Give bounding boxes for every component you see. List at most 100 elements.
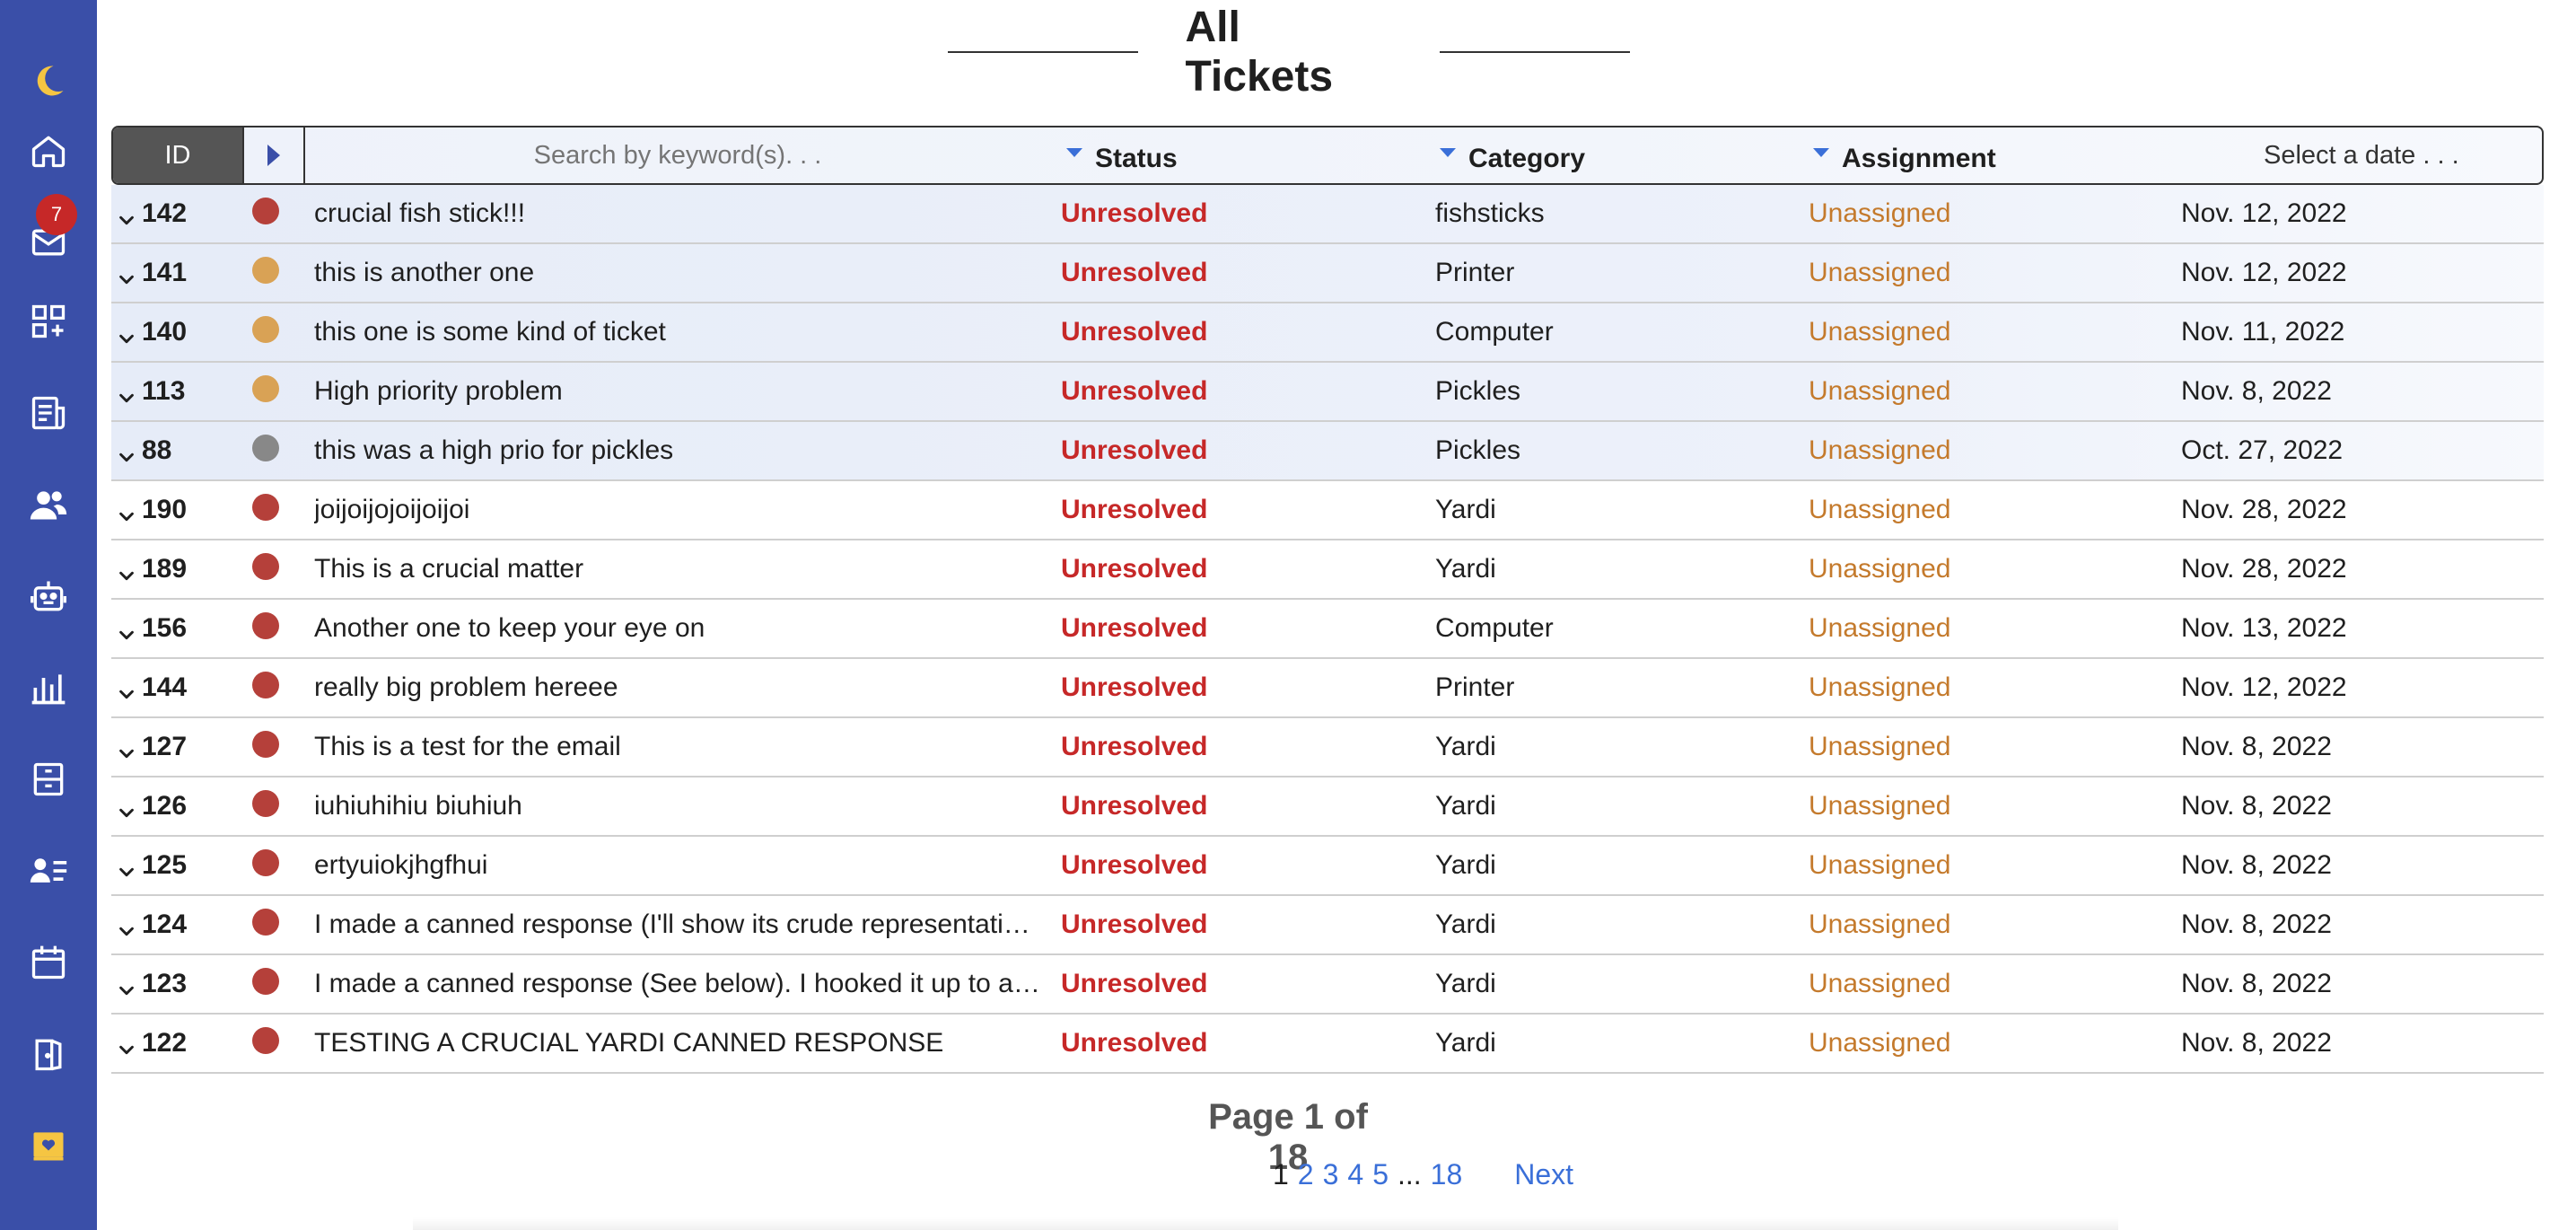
chevron-down-icon[interactable] [117,303,138,361]
chevron-down-icon[interactable] [117,600,138,657]
ticket-title-cell[interactable]: really big problem hereee [314,659,1050,716]
table-row[interactable]: 124 I made a canned response (I'll show i… [111,896,2544,955]
chevron-down-icon[interactable] [117,659,138,716]
table-row[interactable]: 125 ertyuiokjhgfhui Unresolved Yardi Unassig… [111,837,2544,896]
last-page-link[interactable]: 18 [1431,1158,1463,1191]
page-link[interactable]: 4 [1347,1158,1363,1191]
ticket-title: this was a high prio for pickles [314,435,674,465]
table-row[interactable]: 189 This is a crucial matter Unresolved Yar… [111,540,2544,600]
ticket-id: 124 [142,909,188,939]
priority-indicator [252,968,279,995]
priority-dot [252,896,279,953]
ticket-assignment: Unassigned [1809,554,1951,584]
priority-dot [252,955,279,1013]
page-link[interactable]: 2 [1298,1158,1314,1191]
table-row[interactable]: 140 this one is some kind of ticket Unreso… [111,303,2544,363]
ticket-status: Unresolved [1061,1028,1208,1058]
date-picker[interactable]: Select a date . . . [2264,127,2459,183]
ticket-date: Nov. 8, 2022 [2181,969,2332,998]
title-bar: All Tickets [948,4,1630,101]
calendar-icon[interactable] [25,939,72,986]
ticket-title-cell[interactable]: High priority problem [314,363,1050,420]
contacts-icon[interactable] [25,848,72,894]
home-icon[interactable] [25,127,72,174]
ticket-title-cell[interactable]: iuhiuhihiu biuhiuh [314,778,1050,835]
priority-dot [252,659,279,716]
ticket-title-cell[interactable]: this one is some kind of ticket [314,303,1050,361]
page-link[interactable]: 3 [1323,1158,1339,1191]
ticket-title-cell[interactable]: TESTING A CRUCIAL YARDI CANNED RESPONSE [314,1015,1050,1072]
id-column-header[interactable]: ID [113,127,244,183]
ticket-assignment: Unassigned [1809,791,1951,821]
chevron-down-icon[interactable] [117,422,138,479]
table-row[interactable]: 88 this was a high prio for pickles Unreso… [111,422,2544,481]
chart-icon[interactable] [25,664,72,711]
priority-indicator [252,672,279,698]
ticket-title-cell[interactable]: this was a high prio for pickles [314,422,1050,479]
ticket-id: 156 [142,613,188,643]
chevron-down-icon[interactable] [117,718,138,776]
table-row[interactable]: 127 This is a test for the email Unresolve… [111,718,2544,778]
expand-all-button[interactable] [244,127,305,183]
users-icon[interactable] [25,481,72,528]
chevron-down-icon[interactable] [117,778,138,835]
ticket-id: 141 [142,258,188,287]
table-row[interactable]: 126 iuhiuhihiu biuhiuh Unresolved Yardi Unas… [111,778,2544,837]
heart-card-icon[interactable] [25,1122,72,1169]
ticket-assignment: Unassigned [1809,317,1951,347]
ticket-date: Nov. 11, 2022 [2181,317,2345,347]
title-divider-left [948,51,1139,53]
page-ellipsis: ... [1397,1158,1422,1190]
page-link[interactable]: 5 [1372,1158,1389,1191]
ticket-title-cell[interactable]: joijoijojoijoijoi [314,481,1050,539]
chevron-down-icon[interactable] [117,363,138,420]
chevron-down-icon[interactable] [117,481,138,539]
chevron-down-icon[interactable] [117,955,138,1013]
chevron-down-icon[interactable] [117,837,138,894]
next-page-link[interactable]: Next [1514,1158,1573,1191]
ticket-id: 142 [142,198,188,228]
table-row[interactable]: 141 this is another one Unresolved Printer U… [111,244,2544,303]
priority-dot [252,1015,279,1072]
priority-dot [252,540,279,598]
ticket-status: Unresolved [1061,850,1208,880]
chevron-down-icon[interactable] [117,185,138,242]
chevron-down-icon[interactable] [117,896,138,953]
table-row[interactable]: 142 crucial fish stick!!! Unresolved fishst… [111,185,2544,244]
moon-icon[interactable] [25,57,72,104]
assignment-filter[interactable]: Assignment [1813,127,1996,183]
door-icon[interactable] [25,1031,72,1077]
report-icon[interactable] [25,390,72,436]
robot-icon[interactable] [25,573,72,619]
keyword-search-input[interactable] [305,139,1050,171]
ticket-title-cell[interactable]: This is a crucial matter [314,540,1050,598]
ticket-title-cell[interactable]: crucial fish stick!!! [314,185,1050,242]
table-row[interactable]: 123 I made a canned response (See below).… [111,955,2544,1015]
chevron-down-icon[interactable] [117,244,138,302]
archive-icon[interactable] [25,756,72,803]
ticket-status: Unresolved [1061,376,1208,406]
ticket-category: Yardi [1435,495,1496,524]
ticket-assignment: Unassigned [1809,732,1951,761]
ticket-title-cell[interactable]: I made a canned response (I'll show its … [314,896,1050,953]
table-row[interactable]: 144 really big problem hereee Unresolved Pr… [111,659,2544,718]
chevron-down-icon[interactable] [117,1015,138,1072]
ticket-title-cell[interactable]: This is a test for the email [314,718,1050,776]
table-row[interactable]: 113 High priority problem Unresolved Pickle… [111,363,2544,422]
chevron-down-icon[interactable] [117,540,138,598]
ticket-category: Yardi [1435,850,1496,880]
table-row[interactable]: 190 joijoijojoijoijoi Unresolved Yardi Unass… [111,481,2544,540]
table-row[interactable]: 122 TESTING A CRUCIAL YARDI CANNED RESPON… [111,1015,2544,1074]
status-filter[interactable]: Status [1066,127,1178,183]
table-row[interactable]: 156 Another one to keep your eye on Unreso… [111,600,2544,659]
priority-indicator [252,909,279,936]
priority-dot [252,718,279,776]
ticket-title-cell[interactable]: I made a canned response (See below). I … [314,955,1050,1013]
ticket-date: Nov. 8, 2022 [2181,850,2332,880]
ticket-status: Unresolved [1061,791,1208,821]
ticket-title-cell[interactable]: this is another one [314,244,1050,302]
ticket-title-cell[interactable]: Another one to keep your eye on [314,600,1050,657]
dashboard-add-icon[interactable] [25,298,72,345]
ticket-title-cell[interactable]: ertyuiokjhgfhui [314,837,1050,894]
category-filter[interactable]: Category [1440,127,1585,183]
